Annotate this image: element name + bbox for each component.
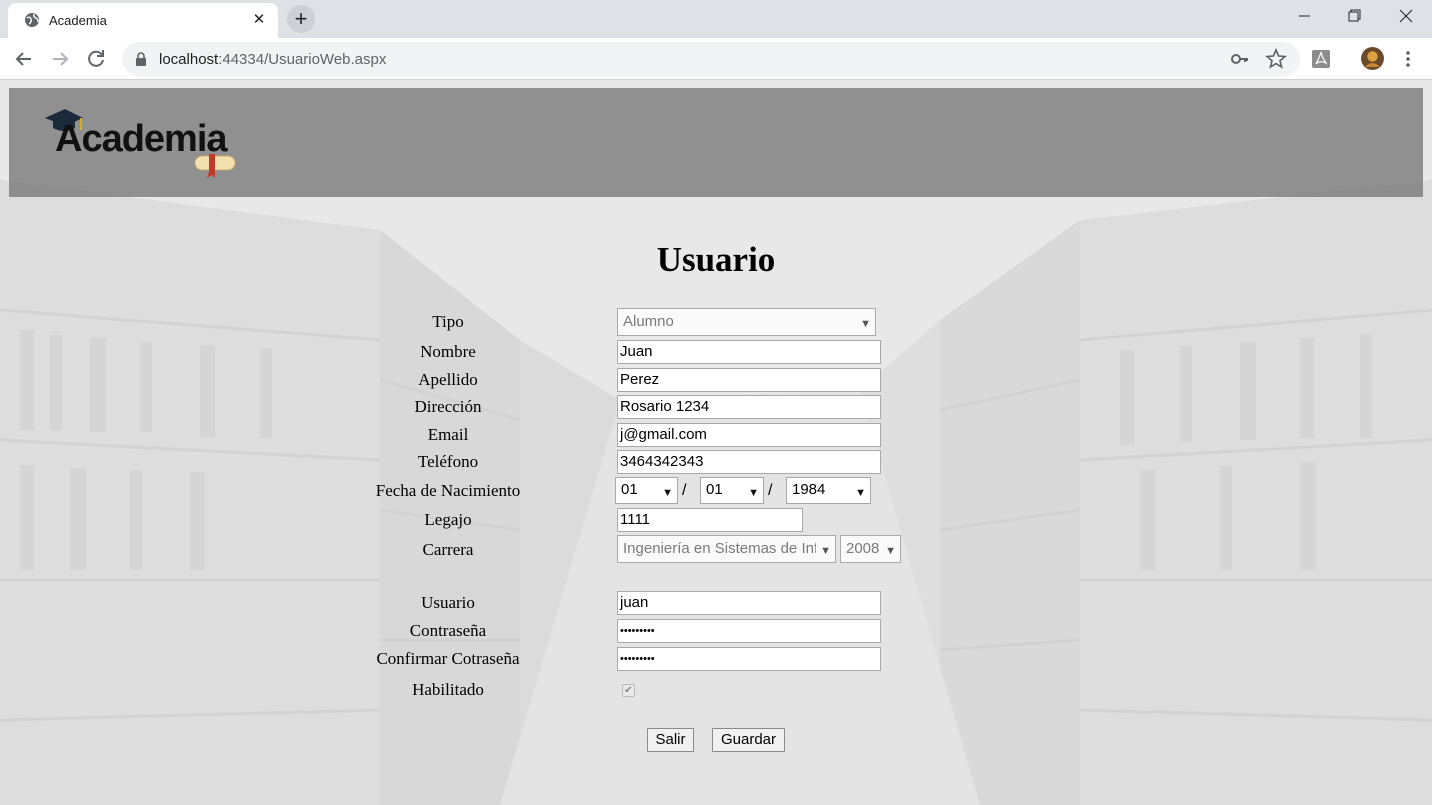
telefono-field[interactable]: 3464342343	[617, 450, 881, 474]
address-bar[interactable]: localhost:44334/UsuarioWeb.aspx	[122, 42, 1300, 76]
tipo-select-value: Alumno	[623, 313, 674, 330]
diploma-icon	[194, 154, 236, 178]
tipo-select[interactable]: Alumno ▼	[617, 308, 876, 336]
star-icon[interactable]	[1265, 48, 1287, 70]
label-tipo: Tipo	[432, 312, 464, 331]
url-path: :44334/UsuarioWeb.aspx	[218, 51, 387, 68]
legajo-field[interactable]: 1111	[617, 508, 803, 532]
page-title: Usuario	[656, 240, 776, 279]
site-header: Academia	[9, 88, 1423, 197]
label-direccion: Dirección	[414, 397, 482, 416]
label-apellido: Apellido	[418, 370, 478, 389]
label-fecha-nacimiento: Fecha de Nacimiento	[375, 481, 521, 500]
direccion-field[interactable]: Rosario 1234	[617, 395, 881, 419]
apellido-field[interactable]: Perez	[617, 368, 881, 392]
close-tab-icon[interactable]: ✕	[248, 9, 270, 31]
lock-icon	[136, 52, 146, 66]
label-legajo: Legajo	[424, 510, 472, 529]
chevron-down-icon: ▼	[885, 545, 896, 557]
label-usuario: Usuario	[421, 593, 475, 612]
anio-select[interactable]: 1984 ▼	[786, 477, 871, 504]
anio-select-value: 1984	[792, 481, 826, 498]
tab-title: Academia	[49, 13, 107, 28]
browser-tab[interactable]: Academia ✕	[8, 3, 278, 38]
date-separator: /	[682, 482, 687, 499]
reload-icon[interactable]	[84, 47, 108, 71]
guardar-button[interactable]: Guardar	[712, 728, 785, 752]
label-confirmar-contrasena: Confirmar Cotraseña	[376, 649, 520, 668]
chevron-down-icon: ▼	[662, 487, 673, 499]
salir-button[interactable]: Salir	[647, 728, 694, 752]
url-text: localhost:44334/UsuarioWeb.aspx	[159, 51, 386, 68]
date-separator: /	[768, 482, 773, 499]
contrasena-field[interactable]: •••••••••	[617, 619, 881, 643]
dia-select[interactable]: 01 ▼	[615, 477, 678, 504]
plan-select[interactable]: 2008 ▼	[840, 535, 901, 563]
more-menu-icon[interactable]	[1397, 48, 1419, 70]
carrera-select[interactable]: Ingeniería en Sistemas de Información ▼	[617, 535, 836, 563]
url-host: localhost	[159, 51, 219, 68]
globe-icon	[25, 13, 39, 27]
label-telefono: Teléfono	[417, 452, 479, 471]
forward-arrow-icon[interactable]	[48, 47, 72, 71]
back-arrow-icon[interactable]	[12, 47, 36, 71]
label-nombre: Nombre	[420, 342, 476, 361]
new-tab-button[interactable]: +	[287, 5, 315, 33]
chevron-down-icon: ▼	[820, 545, 831, 557]
dia-select-value: 01	[621, 481, 638, 498]
plan-select-value: 2008	[846, 540, 880, 557]
label-email: Email	[427, 425, 469, 444]
nombre-field[interactable]: Juan	[617, 340, 881, 364]
page-content: Academia Usuario Tipo Nombre Apellido Di…	[0, 80, 1432, 805]
email-field[interactable]: j@gmail.com	[617, 423, 881, 447]
minimize-icon[interactable]	[1282, 0, 1328, 32]
chevron-down-icon: ▼	[748, 487, 759, 499]
usuario-field[interactable]: juan	[617, 591, 881, 615]
label-contrasena: Contraseña	[409, 621, 487, 640]
label-carrera: Carrera	[422, 540, 474, 559]
label-habilitado: Habilitado	[412, 680, 484, 699]
browser-toolbar: localhost:44334/UsuarioWeb.aspx	[0, 38, 1432, 80]
restore-icon[interactable]	[1331, 0, 1377, 32]
pdf-extension-icon[interactable]	[1310, 48, 1332, 70]
checkmark-icon: ✔	[624, 685, 633, 696]
mes-select-value: 01	[706, 481, 723, 498]
mes-select[interactable]: 01 ▼	[700, 477, 764, 504]
academia-logo[interactable]: Academia	[43, 106, 243, 178]
confirmar-contrasena-field[interactable]: •••••••••	[617, 647, 881, 671]
profile-avatar[interactable]	[1360, 46, 1385, 71]
chevron-down-icon: ▼	[860, 318, 871, 330]
browser-tabstrip: Academia ✕ +	[0, 0, 1432, 38]
close-window-icon[interactable]	[1383, 0, 1429, 32]
chevron-down-icon: ▼	[855, 487, 866, 499]
habilitado-checkbox[interactable]: ✔	[622, 684, 635, 697]
carrera-select-value: Ingeniería en Sistemas de Información	[623, 540, 816, 557]
key-icon[interactable]	[1229, 48, 1251, 70]
